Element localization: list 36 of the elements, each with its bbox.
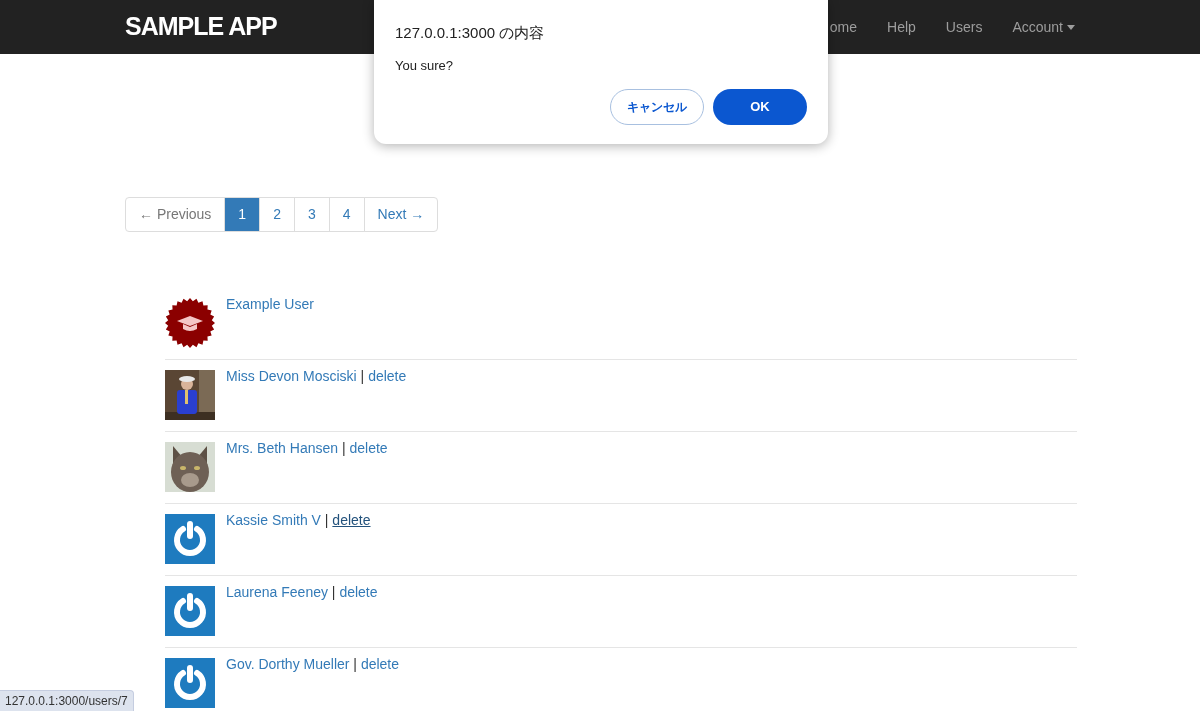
page-link[interactable]: Next → — [363, 197, 439, 232]
separator: | — [330, 584, 337, 600]
power-icon — [165, 514, 215, 564]
ok-button[interactable]: OK — [713, 89, 807, 125]
separator: | — [352, 656, 358, 672]
delete-link[interactable]: delete — [349, 440, 388, 456]
user-name-link[interactable]: Example User — [226, 296, 314, 312]
power-icon — [165, 658, 215, 708]
page-link[interactable]: 3 — [293, 197, 330, 232]
nav-link[interactable]: Help — [887, 16, 916, 38]
separator: | — [359, 368, 366, 384]
separator: | — [340, 440, 347, 456]
user-name-link[interactable]: Mrs. Beth Hansen — [226, 440, 339, 456]
page-link[interactable]: 4 — [328, 197, 365, 232]
caret-icon — [1067, 24, 1075, 30]
page-link[interactable]: 1 — [224, 197, 261, 232]
delete-link[interactable]: delete — [332, 512, 371, 528]
dialog-title: 127.0.0.1:3000 の内容 — [395, 23, 546, 43]
brand-link[interactable]: SAMPLE APP — [125, 8, 277, 46]
delete-link[interactable]: delete — [339, 584, 378, 600]
user-name-link[interactable]: Gov. Dorthy Mueller — [226, 656, 350, 672]
user-name-link[interactable]: Kassie Smith V — [226, 512, 321, 528]
nav-link[interactable]: Users — [945, 16, 983, 38]
user-name-link[interactable]: Laurena Feeney — [226, 584, 328, 600]
delete-link[interactable]: delete — [360, 656, 400, 672]
user-name-link[interactable]: Miss Devon Mosciski — [226, 368, 357, 384]
page-link[interactable]: 2 — [259, 197, 295, 232]
nav-link[interactable]: Account — [1012, 16, 1075, 38]
delete-link[interactable]: delete — [368, 368, 407, 384]
separator: | — [323, 512, 330, 528]
power-icon — [165, 586, 215, 636]
nav-link[interactable]: ome — [829, 16, 858, 38]
cancel-button[interactable]: キャンセル — [610, 89, 704, 125]
dialog-message: You sure? — [395, 56, 455, 75]
status-bar-url: 127.0.0.1:3000/users/7 — [0, 690, 134, 711]
graduation-cap-badge-icon — [165, 298, 215, 348]
